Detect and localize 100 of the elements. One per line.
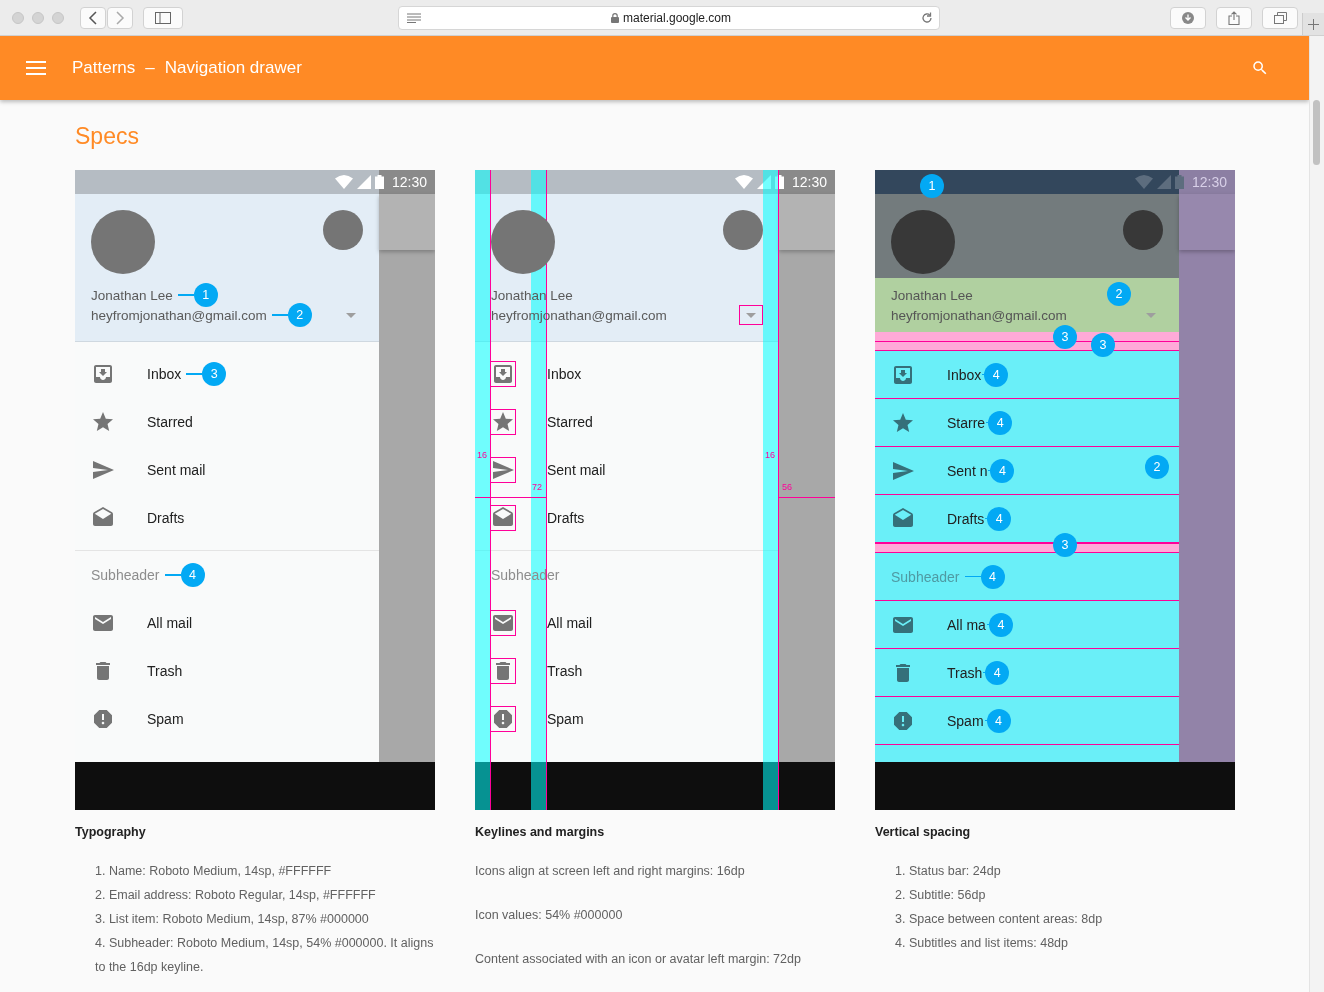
lock-icon	[610, 12, 619, 23]
dropdown-caret-icon[interactable]	[739, 305, 763, 325]
forward-button[interactable]	[107, 6, 133, 29]
status-time: 12:30	[1191, 174, 1227, 190]
window-close-button[interactable]	[12, 11, 24, 24]
drawer-item[interactable]: Drafts	[147, 510, 185, 526]
signal-icon	[756, 175, 771, 189]
plus-icon	[1308, 18, 1319, 30]
drawer-item[interactable]: All mail	[547, 615, 593, 631]
drawer-item[interactable]: Inbox	[947, 366, 982, 383]
wifi-icon	[1134, 175, 1153, 189]
back-button[interactable]	[80, 6, 106, 29]
leader-line	[177, 294, 194, 296]
callout-number: 4	[988, 612, 1013, 637]
drawer-item[interactable]: Starre	[947, 414, 986, 431]
mail-icon	[491, 611, 515, 635]
callout-number: 4	[984, 362, 1009, 387]
callout-number: 4	[180, 563, 205, 587]
warning-icon	[491, 707, 515, 731]
spec-note: 4. Subtitles and list items: 48dp	[895, 935, 1069, 952]
drawer-item[interactable]: Spam	[547, 711, 584, 727]
tabs-button[interactable]	[1262, 6, 1298, 29]
window-minimize-button[interactable]	[32, 11, 44, 24]
status-time: 12:30	[391, 174, 427, 190]
search-icon[interactable]	[1251, 59, 1269, 77]
battery-icon	[1174, 175, 1184, 189]
reader-icon[interactable]	[407, 12, 421, 23]
spec-caption: Keylines and margins	[475, 825, 606, 839]
measurement-label: 56	[782, 482, 792, 492]
callout-number: 4	[987, 506, 1012, 531]
inbox-icon	[491, 362, 515, 386]
signal-icon	[1156, 175, 1171, 189]
spec-note: 2. Subtitle: 56dp	[895, 887, 987, 904]
section-heading: Specs	[75, 122, 140, 150]
send-icon	[491, 458, 515, 482]
drawer-item[interactable]: Sent n	[947, 462, 988, 479]
avatar	[1123, 210, 1163, 250]
spec-caption: Vertical spacing	[875, 825, 972, 839]
subheader-text: Subheader	[91, 567, 160, 583]
scrollbar-thumb[interactable]	[1313, 100, 1320, 165]
drawer-item[interactable]: Inbox	[147, 366, 182, 382]
sidebar-button[interactable]	[143, 6, 183, 29]
menu-icon[interactable]	[26, 61, 46, 75]
wifi-icon	[734, 175, 753, 189]
breadcrumb-separator: –	[145, 58, 155, 78]
tabs-icon	[1273, 11, 1287, 24]
drawer-item[interactable]: All ma	[947, 616, 986, 633]
leader-line	[164, 574, 181, 576]
open-envelope-icon	[491, 506, 515, 530]
drawer-item[interactable]: Starred	[547, 414, 593, 430]
avatar	[723, 210, 763, 250]
callout-number: 2	[287, 303, 312, 327]
drawer-item[interactable]: Trash	[947, 664, 983, 681]
chevron-right-icon	[115, 10, 125, 25]
callout-number: 1	[193, 283, 218, 307]
status-time: 12:30	[791, 174, 827, 190]
downloads-button[interactable]	[1170, 6, 1206, 29]
share-icon	[1228, 10, 1240, 25]
spec-note: 1. Status bar: 24dp	[895, 863, 1002, 880]
star-icon	[491, 410, 515, 434]
sidebar-icon	[155, 11, 171, 24]
wifi-icon	[334, 175, 353, 189]
callout-number: 4	[988, 410, 1013, 435]
signal-icon	[356, 175, 371, 189]
drawer-item[interactable]: Trash	[547, 663, 583, 679]
account-name: Jonathan Lee	[91, 287, 173, 303]
window-zoom-button[interactable]	[52, 11, 64, 24]
spec-note: Content associated with an icon or avatar left margin: 72dp	[475, 951, 802, 968]
drawer-item[interactable]: Inbox	[547, 366, 582, 382]
scrollbar[interactable]	[1309, 36, 1324, 992]
drawer-item[interactable]: Drafts	[947, 510, 985, 527]
trash-icon	[491, 659, 515, 683]
callout-number: 4	[986, 708, 1011, 733]
drawer-item[interactable]: Starred	[147, 414, 193, 430]
drawer-item[interactable]: Spam	[147, 711, 184, 727]
share-button[interactable]	[1216, 6, 1252, 29]
spec-note: Icon values: 54% #000000	[475, 907, 624, 924]
new-tab-button[interactable]	[1302, 13, 1324, 35]
inbox-icon	[91, 362, 115, 386]
callout-number: 4	[990, 458, 1015, 483]
battery-icon	[374, 175, 384, 189]
drawer-item[interactable]: Spam	[947, 712, 984, 729]
drawer-item[interactable]: Drafts	[547, 510, 585, 526]
drawer-item[interactable]: All mail	[147, 615, 193, 631]
spec-note: 1. Name: Roboto Medium, 14sp, #FFFFFF	[95, 863, 333, 880]
drawer-item[interactable]: Sent mail	[147, 462, 206, 478]
callout-number: 3	[202, 362, 227, 386]
leader-line	[964, 575, 981, 578]
drawer-item[interactable]: Trash	[147, 663, 183, 679]
measurement-label: 16	[477, 450, 487, 460]
spec-note: 2. Email address: Roboto Regular, 14sp, #FFFFFF	[95, 887, 377, 904]
address-bar[interactable]: material.google.com	[398, 5, 940, 30]
avatar	[323, 210, 363, 250]
account-email: heyfromjonathan@gmail.com	[91, 307, 267, 323]
callout-number: 4	[980, 564, 1005, 589]
url-text: material.google.com	[622, 10, 732, 25]
spec-note: 3. List item: Roboto Medium, 14sp, 87% #000000	[95, 911, 370, 928]
drawer-item[interactable]: Sent mail	[547, 462, 606, 478]
spec-note: 3. Space between content areas: 8dp	[895, 911, 1104, 928]
reload-icon[interactable]	[921, 11, 933, 24]
